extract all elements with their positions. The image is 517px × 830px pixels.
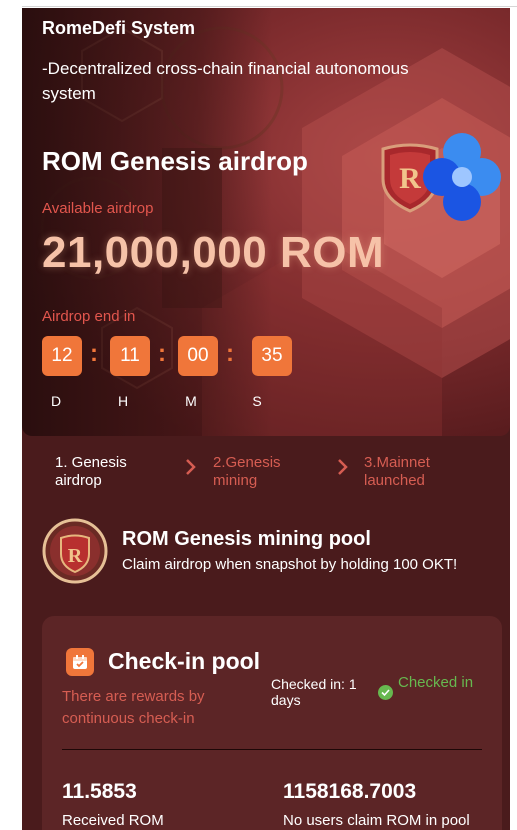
progress-steps: 1. Genesis airdrop 2.Genesis mining 3.Ma… (22, 448, 510, 498)
right-margin (510, 7, 517, 830)
countdown-timer: 12 : 11 : 00 : 35 D H M S (42, 336, 292, 409)
svg-text:R: R (399, 162, 421, 195)
pool-rom-label: No users claim ROM in pool (283, 812, 470, 829)
received-rom-value: 11.5853 (62, 780, 137, 803)
received-rom-label: Received ROM (62, 812, 164, 829)
checkin-description: There are rewards by continuous check-in (62, 688, 205, 727)
app-title: RomeDefi System (42, 18, 196, 38)
mining-pool-title: ROM Genesis mining pool (122, 528, 371, 550)
airdrop-end-label: Airdrop end in (42, 308, 136, 325)
checked-in-days: Checked in: 1 days (271, 676, 357, 708)
chevron-right-icon (338, 459, 348, 475)
checkin-pool-card: Check-in pool There are rewards by conti… (42, 616, 502, 830)
rome-emblem-icon: R (42, 518, 108, 584)
available-airdrop-value: 21,000,000 ROM (42, 228, 385, 277)
okx-logo-icon (423, 133, 501, 221)
countdown-unit-seconds: S (252, 393, 262, 409)
check-circle-icon (378, 685, 393, 700)
airdrop-title: ROM Genesis airdrop (42, 146, 308, 176)
checkin-status[interactable]: Checked in (378, 674, 488, 710)
mining-pool-description: Claim airdrop when snapshot by holding 1… (122, 556, 458, 573)
countdown-unit-hours: H (117, 393, 129, 409)
window-top-edge (0, 0, 517, 7)
app-subtitle: -Decentralized cross-chain financial aut… (42, 59, 409, 103)
step-mainnet-launched[interactable]: 3.Mainnet launched (364, 454, 474, 490)
card-divider (62, 749, 482, 750)
calendar-icon (66, 648, 94, 676)
checkin-pool-title: Check-in pool (108, 648, 261, 674)
countdown-unit-days: D (50, 393, 62, 409)
countdown-colon: : (158, 340, 166, 367)
chevron-right-icon (186, 459, 196, 475)
countdown-seconds: 35 (252, 336, 292, 376)
pool-rom-value: 1158168.7003 (283, 780, 417, 803)
step-genesis-airdrop[interactable]: 1. Genesis airdrop (55, 454, 175, 490)
countdown-hours: 11 (110, 336, 150, 376)
countdown-colon: : (90, 340, 98, 367)
svg-text:R: R (68, 545, 83, 567)
app-page: RomeDefi System -Decentralized cross-cha… (22, 8, 510, 830)
step-genesis-mining[interactable]: 2.Genesis mining (213, 454, 313, 490)
countdown-minutes: 00 (178, 336, 218, 376)
countdown-unit-minutes: M (185, 393, 197, 409)
airdrop-hero: RomeDefi System -Decentralized cross-cha… (22, 8, 510, 436)
countdown-colon: : (226, 340, 234, 367)
countdown-days: 12 (42, 336, 82, 376)
left-margin (0, 0, 22, 830)
available-airdrop-label: Available airdrop (42, 200, 154, 217)
checked-in-status-text: Checked in (398, 674, 474, 691)
